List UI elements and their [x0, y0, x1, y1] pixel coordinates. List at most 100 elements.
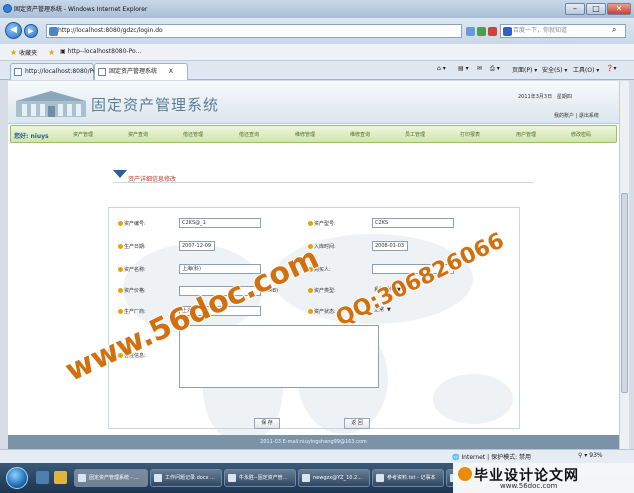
asset-name-label: 资产名称:	[118, 266, 146, 273]
site-title: 固定资产管理系统	[91, 96, 220, 114]
favorites-button[interactable]: ★ 收藏夹	[10, 48, 37, 57]
manufacturer-label: 生产厂商:	[118, 308, 146, 315]
nav-asset-query[interactable]: 资产查询	[128, 131, 148, 138]
search-input[interactable]: 百度一下，你就知道	[500, 24, 626, 38]
taskbar-item-notepad[interactable]: 参考资料.txt - 记事本	[372, 469, 444, 487]
favorites-star-icon: ★	[10, 48, 18, 57]
field-bullet-icon	[118, 244, 123, 249]
brand-url: www.56doc.com	[500, 482, 558, 490]
window-title-bar: 固定资产管理系统 - Windows Internet Explorer – □…	[0, 0, 634, 18]
maximize-button[interactable]: □	[586, 3, 606, 15]
refresh-icon[interactable]	[477, 27, 486, 36]
tab-close-icon[interactable]: X	[169, 64, 173, 79]
field-bullet-icon	[118, 267, 123, 272]
nav-asset-manage[interactable]: 资产管理	[73, 131, 93, 138]
address-row: ◀ ▶ http://localhost:8080/gdzc/login.do …	[0, 18, 634, 44]
minimize-button[interactable]: –	[565, 3, 585, 15]
security-zone: 🌐 Internet | 保护模式: 禁用	[452, 454, 531, 461]
nav-staff-manage[interactable]: 员工管理	[405, 131, 425, 138]
page-icon	[49, 27, 58, 36]
show-desktop-icon[interactable]	[36, 471, 49, 484]
help-icon[interactable]: ❓▾	[606, 65, 616, 72]
add-favorite-icon[interactable]: ★	[48, 48, 55, 57]
page-scrollbar[interactable]	[619, 81, 629, 449]
address-input[interactable]: http://localhost:8080/gdzc/login.do	[46, 24, 462, 38]
nav-change-password[interactable]: 修改密码	[571, 131, 591, 138]
banner-date: 2011年3月3日 星期四	[518, 94, 572, 100]
taskbar-item-word-doc[interactable]: 工作问题记录.docx ...	[150, 469, 222, 487]
asset-model-input[interactable]: C2KS	[372, 218, 454, 228]
field-bullet-icon	[118, 309, 123, 314]
print-icon[interactable]: ⎙ ▾	[490, 65, 500, 73]
status-bar: 🌐 Internet | 保护模式: 禁用 ⚲ ▾ 93%	[0, 449, 634, 463]
globe-icon: 🌐	[452, 454, 460, 461]
notepad-task-icon	[376, 474, 384, 482]
baidu-icon	[503, 27, 512, 36]
mail-icon[interactable]: ✉	[477, 65, 482, 72]
tab-asset-system[interactable]: 固定资产管理系统 X	[94, 63, 188, 80]
account-links[interactable]: 我的账户 | 退出系统	[554, 112, 599, 119]
safety-menu[interactable]: 安全(S) ▾	[542, 65, 567, 74]
stop-icon[interactable]	[488, 27, 497, 36]
search-magnifier-icon[interactable]: ⌕	[612, 25, 616, 35]
favorites-bar: ★ 收藏夹 ★ ▣ http--localhost8080-Po...	[0, 44, 634, 61]
address-text: http://localhost:8080/gdzc/login.do	[58, 27, 163, 34]
asset-price-label: 资产价格:	[118, 287, 146, 294]
tab-page-icon	[98, 68, 106, 76]
current-user: 您好: niuys	[14, 133, 49, 140]
feeds-icon[interactable]: ▤ ▾	[458, 65, 469, 72]
section-divider	[113, 182, 533, 183]
page-footer: 2011-03 E-mail:niuyingsheng99@163.com	[8, 435, 619, 449]
section-arrow-icon	[113, 170, 127, 178]
field-bullet-icon	[118, 288, 123, 293]
word-task-icon	[154, 474, 162, 482]
nav-borrow-manage[interactable]: 借还管理	[183, 131, 203, 138]
nav-repair-manage[interactable]: 维修管理	[295, 131, 315, 138]
window-title: 固定资产管理系统 - Windows Internet Explorer	[14, 6, 148, 13]
storage-time-input[interactable]: 2008-01-03	[372, 241, 408, 251]
ie-logo-icon	[3, 4, 12, 13]
taskbar-item-database[interactable]: newgzx@YZ_10.2...	[298, 469, 370, 487]
production-date-label: 生产日期:	[118, 243, 146, 250]
explorer-icon[interactable]	[54, 471, 67, 484]
nav-print-report[interactable]: 打印报表	[460, 131, 480, 138]
asset-model-label: 资产型号:	[308, 220, 336, 227]
back-button[interactable]: ◀	[5, 22, 22, 39]
scrollbar-thumb[interactable]	[621, 193, 628, 393]
zoom-level[interactable]: ⚲ ▾ 93%	[578, 452, 603, 459]
field-bullet-icon	[308, 288, 313, 293]
database-task-icon	[302, 474, 310, 482]
back-button-form[interactable]: 返 回	[344, 418, 370, 429]
taskbar-item-asset-system[interactable]: 固定资产管理系统 - ...	[74, 469, 148, 487]
favorite-link[interactable]: ▣ http--localhost8080-Po...	[60, 48, 141, 55]
zoom-icon: ⚲ ▾	[578, 452, 588, 459]
field-bullet-icon	[308, 309, 313, 314]
home-icon[interactable]: ⌂ ▾	[437, 65, 446, 72]
field-bullet-icon	[118, 221, 123, 226]
start-button[interactable]	[6, 467, 28, 489]
word-task-icon	[228, 474, 236, 482]
building-logo-icon	[16, 91, 86, 117]
ie-task-icon	[78, 474, 86, 482]
compat-view-icon[interactable]	[466, 27, 475, 36]
forward-button[interactable]: ▶	[24, 24, 38, 38]
page-viewport: 固定资产管理系统 2011年3月3日 星期四 我的账户 | 退出系统 您好: n…	[8, 81, 619, 449]
site-banner: 固定资产管理系统 2011年3月3日 星期四 我的账户 | 退出系统	[8, 81, 619, 124]
close-window-button[interactable]: ✕	[607, 3, 631, 15]
production-date-input[interactable]: 2007-12-09	[179, 241, 215, 251]
field-bullet-icon	[308, 221, 313, 226]
tab-localhost[interactable]: http://localhost:8080/Po...	[10, 63, 102, 80]
remarks-textarea[interactable]	[179, 325, 379, 388]
nav-user-manage[interactable]: 用户管理	[516, 131, 536, 138]
main-nav: 您好: niuys 资产管理 资产查询 借还管理 借还查询 维修管理 维修查询 …	[10, 125, 617, 143]
tools-menu[interactable]: 工具(O) ▾	[573, 65, 599, 74]
asset-no-label: 资产编号:	[118, 220, 146, 227]
save-button[interactable]: 保 存	[254, 418, 280, 429]
asset-type-label: 资产类型:	[308, 287, 336, 294]
search-placeholder: 百度一下，你就知道	[513, 27, 568, 34]
asset-no-input[interactable]: C2KS@_1	[179, 218, 261, 228]
nav-repair-query[interactable]: 维修查询	[350, 131, 370, 138]
page-menu[interactable]: 页面(P) ▾	[512, 65, 537, 74]
nav-borrow-query[interactable]: 借还查询	[239, 131, 259, 138]
taskbar-item-asset-doc[interactable]: 牛永胜--固定资产管...	[224, 469, 296, 487]
